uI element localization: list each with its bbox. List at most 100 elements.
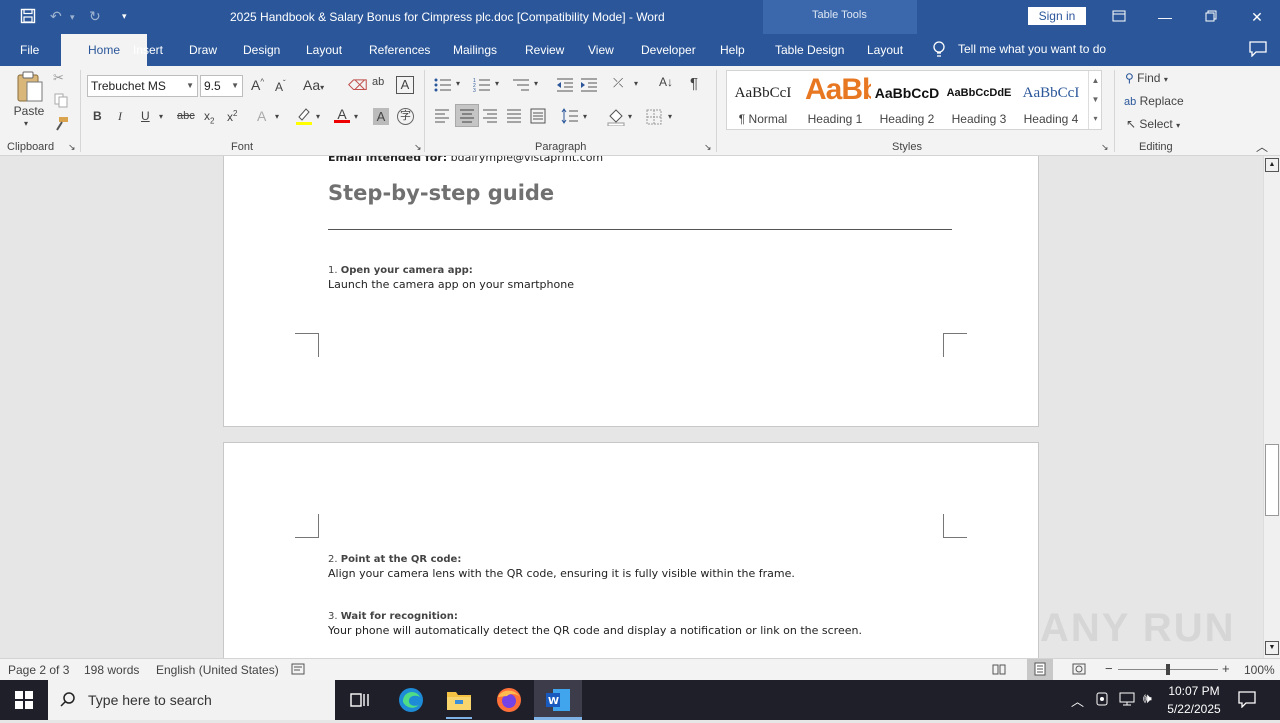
chevron-up-icon[interactable]: ▲ [1089, 71, 1102, 90]
line-spacing-icon[interactable] [561, 108, 579, 127]
paragraph-launcher-icon[interactable]: ↘ [704, 142, 712, 153]
chevron-down-icon[interactable]: ▼ [186, 76, 194, 96]
justify-icon[interactable] [506, 109, 522, 126]
style-heading-1[interactable]: AaBbC Heading 1 [799, 71, 871, 129]
proofing-icon[interactable] [291, 662, 305, 679]
task-view-icon[interactable] [350, 691, 370, 712]
scroll-thumb[interactable] [1265, 444, 1279, 516]
grow-font-icon[interactable]: A^ [251, 77, 264, 93]
underline-dropdown-icon[interactable]: ▾ [159, 112, 163, 121]
change-case-button[interactable]: Aa▾ [303, 77, 324, 93]
numbering-dropdown-icon[interactable]: ▾ [495, 79, 499, 88]
chevron-down-icon[interactable]: ▼ [1089, 90, 1102, 109]
redo-icon[interactable]: ↻ [89, 8, 101, 25]
notifications-icon[interactable] [1238, 690, 1256, 711]
highlight-dropdown-icon[interactable]: ▾ [316, 112, 320, 121]
show-formatting-marks-icon[interactable]: ¶ [690, 75, 698, 92]
style-heading-4[interactable]: AaBbCcI Heading 4 [1015, 71, 1087, 129]
align-left-icon[interactable] [434, 109, 450, 126]
tab-mailings[interactable]: Mailings [453, 43, 497, 57]
scroll-up-icon[interactable]: ▲ [1265, 158, 1279, 172]
scroll-down-icon[interactable]: ▼ [1265, 641, 1279, 655]
format-painter-icon[interactable] [53, 116, 69, 135]
shading-icon[interactable] [607, 108, 625, 129]
tab-design[interactable]: Design [243, 43, 280, 57]
ribbon-display-options-icon[interactable] [1104, 6, 1134, 28]
replace-button[interactable]: ab Replace [1124, 94, 1184, 108]
styles-launcher-icon[interactable]: ↘ [1101, 142, 1109, 153]
volume-icon[interactable]: 🕪 [1143, 690, 1152, 707]
chevron-down-icon[interactable]: ▾ [1176, 121, 1180, 130]
phonetic-guide-icon[interactable]: ab [372, 76, 384, 88]
select-button[interactable]: ↖ Select ▾ [1126, 117, 1180, 131]
borders-icon[interactable] [646, 109, 662, 128]
clear-formatting-icon[interactable]: ⌫ [348, 77, 368, 94]
zoom-level[interactable]: 100% [1244, 663, 1275, 677]
taskbar-search[interactable]: Type here to search [48, 680, 335, 720]
print-layout-icon[interactable] [1027, 659, 1053, 680]
chevron-down-icon[interactable]: ▼ [231, 76, 239, 96]
collapse-ribbon-icon[interactable]: ︿ [1256, 138, 1268, 155]
superscript-icon[interactable]: x2 [227, 109, 237, 124]
text-effects-icon[interactable]: A [257, 108, 266, 124]
find-button[interactable]: ⚲ Find ▾ [1125, 71, 1168, 85]
customize-qat-icon[interactable]: ▾ [122, 11, 127, 22]
font-color-dropdown-icon[interactable]: ▾ [354, 112, 358, 121]
style-heading-2[interactable]: AaBbCcD Heading 2 [871, 71, 943, 129]
align-center-icon[interactable] [455, 104, 479, 127]
tab-draw[interactable]: Draw [189, 43, 217, 57]
tab-file[interactable]: File [20, 43, 39, 57]
zoom-out-icon[interactable]: − [1105, 661, 1113, 676]
page-count[interactable]: Page 2 of 3 [8, 663, 69, 677]
copy-icon[interactable] [53, 92, 69, 111]
tab-references[interactable]: References [369, 43, 430, 57]
tab-help[interactable]: Help [720, 43, 745, 57]
windows-start-icon[interactable] [15, 691, 33, 712]
file-explorer-icon[interactable] [446, 688, 472, 715]
asian-layout-dropdown-icon[interactable]: ▾ [634, 79, 638, 88]
show-hidden-icons[interactable]: ︿ [1071, 691, 1084, 710]
tab-table-design[interactable]: Table Design [775, 43, 844, 57]
undo-dropdown-icon[interactable]: ▾ [70, 12, 75, 23]
zoom-in-icon[interactable]: + [1222, 661, 1230, 676]
sign-in-button[interactable]: Sign in [1028, 7, 1086, 25]
vertical-scrollbar[interactable]: ▲ ▼ [1263, 156, 1280, 658]
bullets-icon[interactable] [434, 77, 452, 96]
style-heading-3[interactable]: AaBbCcDdE Heading 3 [943, 71, 1015, 129]
increase-indent-icon[interactable] [580, 77, 598, 96]
styles-scroll[interactable]: ▲ ▼ ▾ [1088, 71, 1102, 129]
numbering-icon[interactable]: 123 [473, 77, 491, 96]
tell-me-search[interactable]: Tell me what you want to do [958, 42, 1106, 56]
multilevel-dropdown-icon[interactable]: ▾ [534, 79, 538, 88]
shrink-font-icon[interactable]: Aˇ [275, 79, 286, 94]
sort-icon[interactable]: A↓ [659, 75, 673, 89]
meet-now-icon[interactable] [1095, 691, 1111, 710]
underline-icon[interactable]: U [141, 109, 150, 123]
more-styles-icon[interactable]: ▾ [1089, 109, 1102, 128]
tab-table-layout[interactable]: Layout [867, 43, 903, 57]
font-size-combo[interactable]: 9.5 ▼ [200, 75, 243, 97]
clock-date[interactable]: 5/22/2025 [1166, 702, 1222, 716]
network-icon[interactable] [1119, 691, 1135, 710]
shading-dropdown-icon[interactable]: ▾ [628, 112, 632, 121]
distributed-icon[interactable] [530, 108, 546, 127]
edge-icon[interactable] [398, 687, 424, 716]
font-name-combo[interactable]: Trebuchet MS ▼ [87, 75, 198, 97]
line-spacing-dropdown-icon[interactable]: ▾ [583, 112, 587, 121]
clipboard-launcher-icon[interactable]: ↘ [68, 142, 76, 153]
close-icon[interactable]: ✕ [1242, 6, 1272, 28]
save-icon[interactable] [20, 8, 36, 27]
undo-icon[interactable]: ↶ [50, 8, 62, 25]
restore-icon[interactable] [1196, 6, 1226, 28]
word-count[interactable]: 198 words [84, 663, 139, 677]
minimize-icon[interactable]: — [1150, 6, 1180, 28]
highlight-icon[interactable] [295, 106, 313, 129]
bold-icon[interactable]: B [93, 109, 102, 123]
tab-layout[interactable]: Layout [306, 43, 342, 57]
subscript-icon[interactable]: x2 [204, 109, 214, 125]
firefox-icon[interactable] [496, 687, 522, 716]
comments-icon[interactable] [1249, 41, 1267, 60]
clock-time[interactable]: 10:07 PM [1166, 684, 1222, 698]
bullets-dropdown-icon[interactable]: ▾ [456, 79, 460, 88]
character-border-icon[interactable]: A [396, 76, 414, 94]
